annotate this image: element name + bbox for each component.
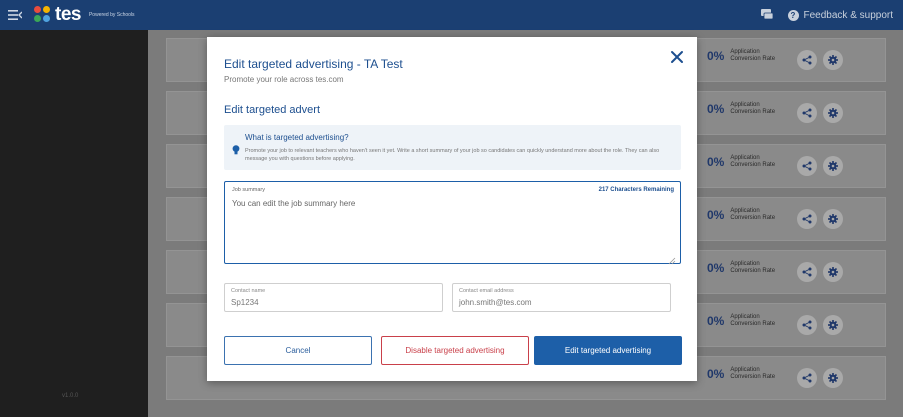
app-version: v1.0.0	[62, 393, 79, 399]
conversion-percent: 0%	[707, 261, 725, 275]
sidebar: v1.0.0	[0, 30, 148, 417]
info-title: What is targeted advertising?	[245, 133, 349, 142]
conversion-percent: 0%	[707, 102, 725, 116]
feedback-support-link[interactable]: Feedback & support	[804, 10, 894, 21]
contact-email-value[interactable]: john.smith@tes.com	[459, 298, 532, 307]
modal-subtitle: Promote your role across tes.com	[224, 75, 344, 84]
settings-gear-icon[interactable]	[823, 103, 843, 123]
conversion-label-line1: Application	[730, 314, 760, 320]
edit-targeted-advertising-modal: Edit targeted advertising - TA Test Prom…	[207, 37, 697, 381]
share-icon[interactable]	[797, 368, 817, 388]
contact-name-label: Contact name	[231, 288, 266, 294]
logo-text: tes	[55, 4, 81, 25]
disable-targeted-advertising-button[interactable]: Disable targeted advertising	[381, 336, 529, 365]
job-summary-value[interactable]: You can edit the job summary here	[232, 199, 355, 208]
share-icon[interactable]	[797, 156, 817, 176]
conversion-label-line2: Conversion Rate	[730, 321, 776, 327]
settings-gear-icon[interactable]	[823, 156, 843, 176]
section-title: Edit targeted advert	[224, 104, 321, 116]
conversion-label-line2: Conversion Rate	[730, 374, 776, 380]
contact-name-value[interactable]: Sp1234	[231, 298, 259, 307]
contact-name-field[interactable]: Contact name Sp1234	[224, 283, 443, 312]
share-icon[interactable]	[797, 262, 817, 282]
modal-title: Edit targeted advertising - TA Test	[224, 57, 403, 71]
contact-email-field[interactable]: Contact email address john.smith@tes.com	[452, 283, 671, 312]
conversion-label-line1: Application	[730, 367, 760, 373]
share-icon[interactable]	[797, 103, 817, 123]
share-icon[interactable]	[797, 50, 817, 70]
conversion-label-line2: Conversion Rate	[730, 56, 776, 62]
messages-icon[interactable]	[760, 8, 774, 22]
close-icon[interactable]	[670, 50, 684, 64]
conversion-label-line2: Conversion Rate	[730, 162, 776, 168]
job-summary-textarea[interactable]: Job summary 217 Characters Remaining You…	[224, 181, 681, 265]
help-icon[interactable]: ?	[787, 9, 799, 21]
conversion-percent: 0%	[707, 314, 725, 328]
share-icon[interactable]	[797, 315, 817, 335]
contact-email-label: Contact email address	[459, 288, 514, 294]
conversion-label-line1: Application	[730, 261, 760, 267]
settings-gear-icon[interactable]	[823, 50, 843, 70]
lightbulb-icon	[232, 142, 240, 155]
characters-remaining: 217 Characters Remaining	[598, 187, 674, 193]
top-bar: tes Powered by Schools ? Feedback & supp…	[0, 0, 903, 30]
conversion-label-line1: Application	[730, 102, 760, 108]
conversion-label-line1: Application	[730, 49, 760, 55]
info-text: Promote your job to relevant teachers wh…	[245, 148, 660, 162]
info-box: What is targeted advertising? Promote yo…	[224, 125, 681, 170]
settings-gear-icon[interactable]	[823, 315, 843, 335]
conversion-percent: 0%	[707, 208, 725, 222]
edit-targeted-advertising-button[interactable]: Edit targeted advertising	[534, 336, 682, 365]
conversion-label-line1: Application	[730, 155, 760, 161]
settings-gear-icon[interactable]	[823, 209, 843, 229]
conversion-percent: 0%	[707, 367, 725, 381]
conversion-label-line2: Conversion Rate	[730, 268, 776, 274]
settings-gear-icon[interactable]	[823, 368, 843, 388]
logo-mark-icon	[34, 6, 52, 24]
job-summary-label: Job summary	[232, 187, 266, 193]
tes-logo[interactable]: tes Powered by Schools	[34, 4, 135, 26]
cancel-button[interactable]: Cancel	[224, 336, 372, 365]
share-icon[interactable]	[797, 209, 817, 229]
conversion-percent: 0%	[707, 49, 725, 63]
conversion-percent: 0%	[707, 155, 725, 169]
resize-handle-icon[interactable]	[668, 252, 676, 265]
settings-gear-icon[interactable]	[823, 262, 843, 282]
conversion-label-line2: Conversion Rate	[730, 109, 776, 115]
menu-collapse-icon[interactable]	[4, 0, 26, 30]
conversion-label-line2: Conversion Rate	[730, 215, 776, 221]
powered-by-text: Powered by Schools	[88, 12, 135, 18]
conversion-label-line1: Application	[730, 208, 760, 214]
